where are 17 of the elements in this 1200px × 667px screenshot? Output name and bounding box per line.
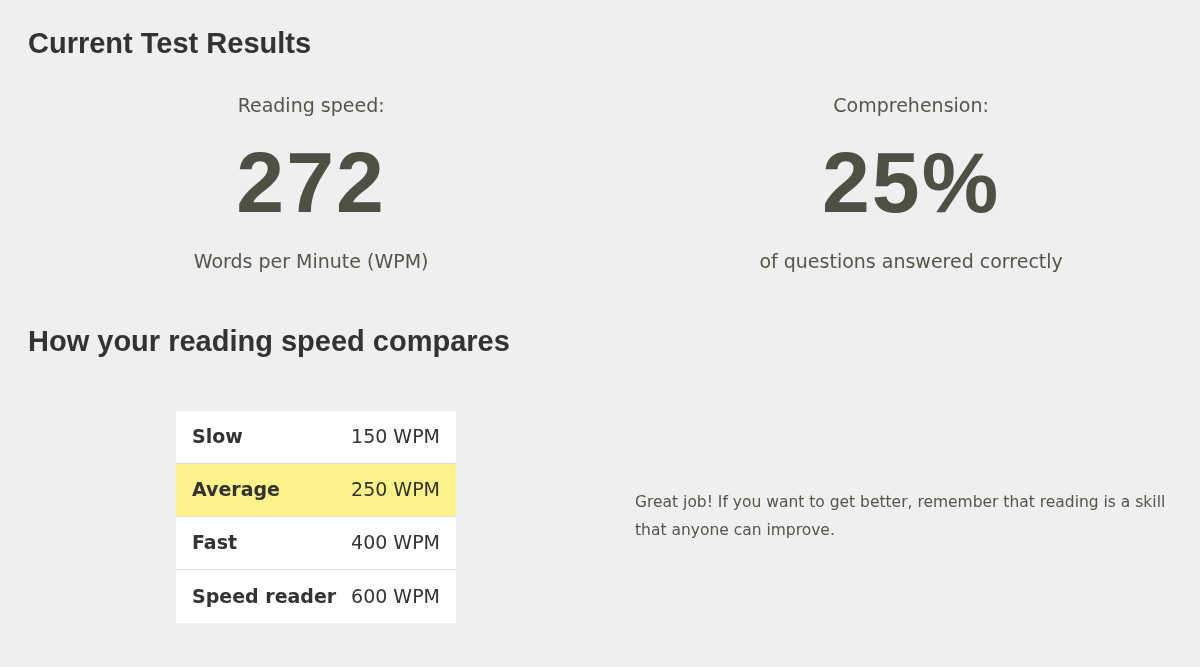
metric-caption: Words per Minute (WPM) — [193, 249, 429, 275]
speed-value: 600 WPM — [351, 583, 440, 609]
speed-category: Slow — [192, 424, 243, 450]
speed-value: 250 WPM — [351, 477, 440, 503]
speed-value: 150 WPM — [351, 424, 440, 450]
metric-label: Comprehension: — [833, 92, 989, 118]
feedback-text: Great job! If you want to get better, remember that reading is a skill that anyone can improve. — [635, 492, 1167, 541]
speed-category: Speed reader — [192, 583, 337, 609]
section-heading: Current Test Results — [27, 26, 313, 61]
section-heading: How your reading speed compares — [27, 323, 511, 359]
metric-label: Reading speed: — [237, 92, 385, 118]
metric-value: 25% — [822, 139, 1001, 226]
speed-category: Average — [192, 477, 280, 503]
metric-value: 272 — [236, 139, 386, 226]
speed-value: 400 WPM — [351, 530, 440, 556]
metric-caption: of questions answered correctly — [759, 249, 1063, 275]
speed-category: Fast — [192, 530, 238, 556]
